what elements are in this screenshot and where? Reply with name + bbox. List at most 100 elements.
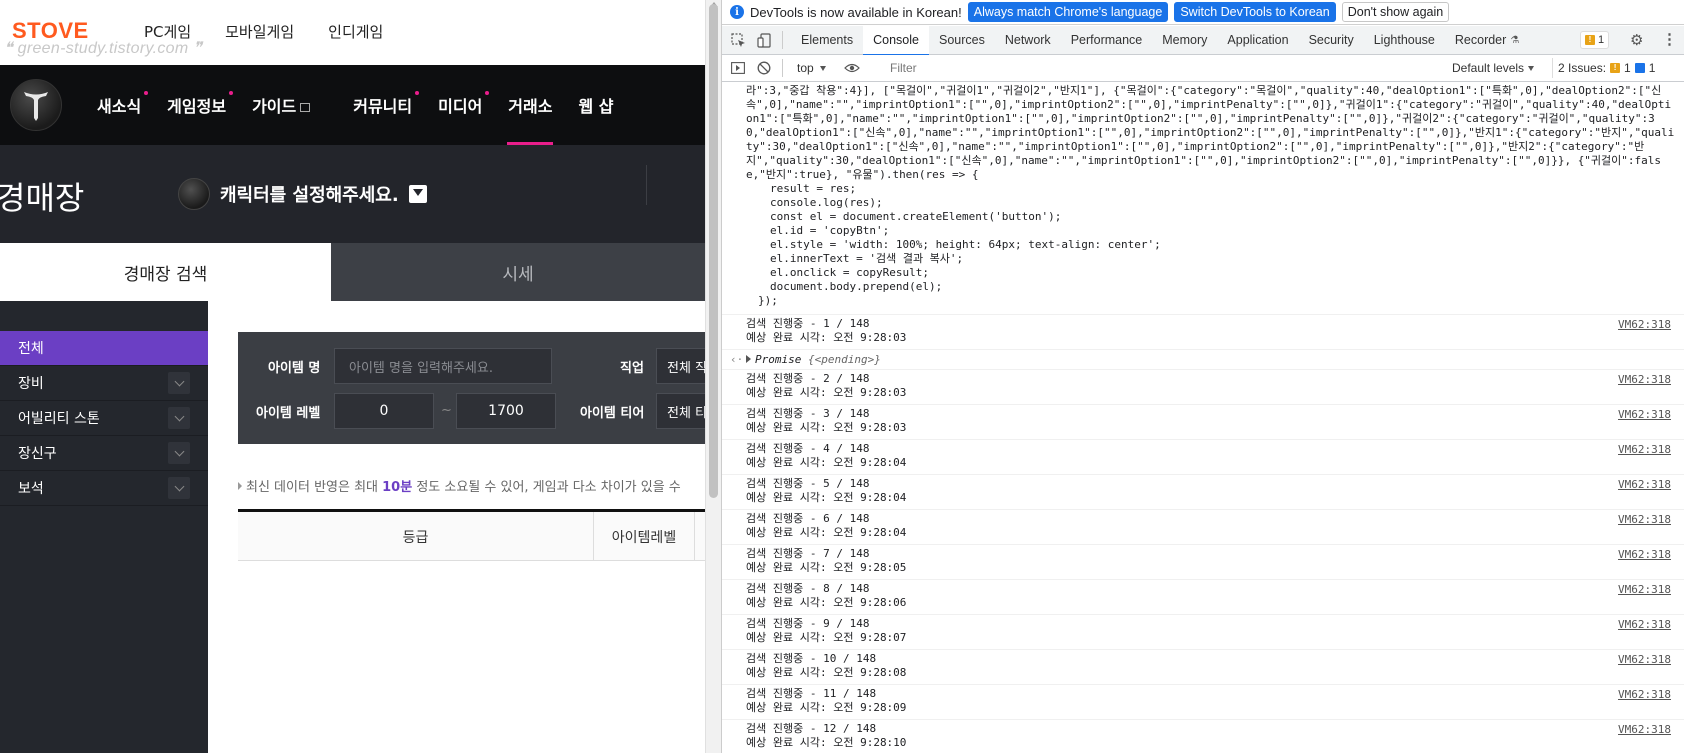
source-link[interactable]: VM62:318 (1618, 618, 1671, 632)
menu-media-label: 미디어 (438, 97, 483, 116)
stove-nav-pc[interactable]: PC게임 (144, 21, 191, 42)
tab-memory[interactable]: Memory (1152, 26, 1217, 55)
tab-security[interactable]: Security (1299, 26, 1364, 55)
source-link[interactable]: VM62:318 (1618, 408, 1671, 422)
chevron-down-icon[interactable] (168, 407, 190, 429)
category-equipment[interactable]: 장비 (0, 366, 208, 401)
promise-result[interactable]: ‹· Promise {<pending>} (722, 350, 1684, 370)
item-tier-label: 아이템 티어 (580, 406, 645, 421)
source-link[interactable]: VM62:318 (1618, 443, 1671, 457)
level-max-input[interactable]: 1700 (456, 393, 556, 429)
inspect-element-icon[interactable] (728, 30, 748, 50)
console-output[interactable]: 라":3,"중갑 착용":4}], ["목걸이","귀걸이1","귀걸이2","… (722, 82, 1684, 753)
item-name-label: 아이템 명 (268, 361, 321, 376)
settings-gear-icon[interactable]: ⚙ (1630, 31, 1643, 49)
filter-panel: 아이템 명 아이템 명을 입력해주세요. 직업 전체 직 아이템 레벨 0 ~ … (238, 332, 705, 444)
device-toggle-icon[interactable] (754, 30, 774, 50)
eye-icon[interactable] (842, 58, 862, 78)
column-item-level[interactable]: 아이템레벨 (594, 512, 694, 561)
chevron-down-icon[interactable] (168, 477, 190, 499)
log-entry: 검색 진행중 - 6 / 148 예상 완료 시각: 오전 9:28:04 VM… (722, 510, 1684, 545)
category-label: 장비 (18, 376, 44, 392)
tab-elements[interactable]: Elements (791, 26, 863, 55)
echo-code-line: const el = document.createElement('butto… (770, 210, 1062, 223)
devtools-tabbar: Elements Console Sources Network Perform… (722, 25, 1684, 56)
column-grade[interactable]: 등급 (238, 512, 593, 561)
menu-market[interactable]: 거래소 (495, 65, 565, 145)
expand-triangle-icon[interactable] (746, 355, 751, 363)
source-link[interactable]: VM62:318 (1618, 723, 1671, 737)
log-entry: 검색 진행중 - 1 / 148 예상 완료 시각: 오전 9:28:03 VM… (722, 315, 1684, 350)
external-link-icon (300, 102, 311, 112)
category-label: 전체 (18, 341, 44, 357)
source-link[interactable]: VM62:318 (1618, 653, 1671, 667)
caret-down-icon (1528, 65, 1535, 71)
menu-game-info[interactable]: 게임정보 (154, 65, 239, 145)
tab-application[interactable]: Application (1217, 26, 1298, 55)
data-delay-notice: 최신 데이터 반영은 최대 10분 정도 소요될 수 있어, 게임과 다소 차이… (238, 476, 681, 495)
context-selector[interactable]: top (791, 58, 832, 78)
tab-recorder[interactable]: Recorder ⚗ (1445, 26, 1529, 55)
log-eta: 예상 완료 시각: 오전 9:28:10 (746, 736, 907, 749)
source-link[interactable]: VM62:318 (1618, 318, 1671, 332)
category-all[interactable]: 전체 (0, 331, 208, 366)
more-options-icon[interactable]: ⋮ (1662, 30, 1677, 48)
tab-lighthouse[interactable]: Lighthouse (1364, 26, 1445, 55)
match-language-button[interactable]: Always match Chrome's language (967, 2, 1169, 22)
lostark-emblem-icon[interactable] (10, 79, 62, 131)
switch-korean-button[interactable]: Switch DevTools to Korean (1174, 2, 1336, 22)
log-entry: 검색 진행중 - 5 / 148 예상 완료 시각: 오전 9:28:04 VM… (722, 475, 1684, 510)
chevron-down-icon[interactable] (168, 442, 190, 464)
tab-performance[interactable]: Performance (1061, 26, 1153, 55)
console-toolbar: top Filter Default levels 2 Issues: ! 1 … (722, 55, 1684, 82)
source-link[interactable]: VM62:318 (1618, 373, 1671, 387)
level-min-input[interactable]: 0 (334, 393, 434, 429)
page-scrollbar[interactable] (705, 0, 721, 753)
source-link[interactable]: VM62:318 (1618, 548, 1671, 562)
category-ability-stone[interactable]: 어빌리티 스톤 (0, 401, 208, 436)
sidebar-toggle-icon[interactable] (728, 58, 748, 78)
tab-console[interactable]: Console (863, 25, 929, 56)
category-sidebar: 전체 장비 어빌리티 스톤 장신구 보석 (0, 301, 208, 753)
menu-guide[interactable]: 가이드 (239, 65, 340, 145)
menu-news[interactable]: 새소식 (84, 65, 154, 145)
menu-community[interactable]: 커뮤니티 (340, 65, 425, 145)
stove-nav-mobile[interactable]: 모바일게임 (225, 21, 294, 42)
clear-console-icon[interactable] (754, 58, 774, 78)
job-select[interactable]: 전체 직 (656, 348, 705, 384)
category-gem[interactable]: 보석 (0, 471, 208, 506)
item-name-input[interactable]: 아이템 명을 입력해주세요. (334, 348, 552, 384)
source-link[interactable]: VM62:318 (1618, 513, 1671, 527)
console-filter-input[interactable]: Filter (884, 58, 1224, 78)
source-link[interactable]: VM62:318 (1618, 688, 1671, 702)
dont-show-again-button[interactable]: Don't show again (1341, 2, 1450, 22)
source-link[interactable]: VM62:318 (1618, 478, 1671, 492)
log-progress: 검색 진행중 - 7 / 148 (746, 547, 870, 560)
character-select[interactable]: 캐릭터를 설정해주세요. (178, 178, 427, 210)
tier-select[interactable]: 전체 티 (656, 393, 705, 429)
scrollbar-thumb[interactable] (709, 4, 718, 498)
menu-news-label: 새소식 (97, 97, 142, 116)
tab-market-price[interactable]: 시세 (331, 243, 705, 301)
log-eta: 예상 완료 시각: 오전 9:28:05 (746, 561, 907, 574)
tab-sources[interactable]: Sources (929, 26, 995, 55)
menu-media[interactable]: 미디어 (425, 65, 495, 145)
log-progress: 검색 진행중 - 4 / 148 (746, 442, 870, 455)
issues-counter[interactable]: 2 Issues: ! 1 1 (1552, 58, 1660, 78)
tab-network[interactable]: Network (995, 26, 1061, 55)
menu-web-shop[interactable]: 웹 샵 (565, 65, 626, 145)
tab-auction-search[interactable]: 경매장 검색 (0, 243, 331, 301)
caret-right-icon (238, 482, 242, 490)
context-value: top (797, 61, 814, 75)
source-link[interactable]: VM62:318 (1618, 583, 1671, 597)
log-progress: 검색 진행중 - 11 / 148 (746, 687, 877, 700)
chevron-down-icon[interactable] (168, 372, 190, 394)
log-progress: 검색 진행중 - 1 / 148 (746, 317, 870, 330)
watermark-text: green-study.tistory.com (17, 40, 189, 57)
console-input-echo: 라":3,"중갑 착용":4}], ["목걸이","귀걸이1","귀걸이2","… (722, 82, 1684, 315)
category-accessory[interactable]: 장신구 (0, 436, 208, 471)
issues-badge[interactable]: ! 1 (1580, 31, 1610, 49)
log-eta: 예상 완료 시각: 오전 9:28:07 (746, 631, 907, 644)
stove-nav-indie[interactable]: 인디게임 (328, 21, 383, 42)
log-levels-dropdown[interactable]: Default levels (1452, 58, 1535, 78)
